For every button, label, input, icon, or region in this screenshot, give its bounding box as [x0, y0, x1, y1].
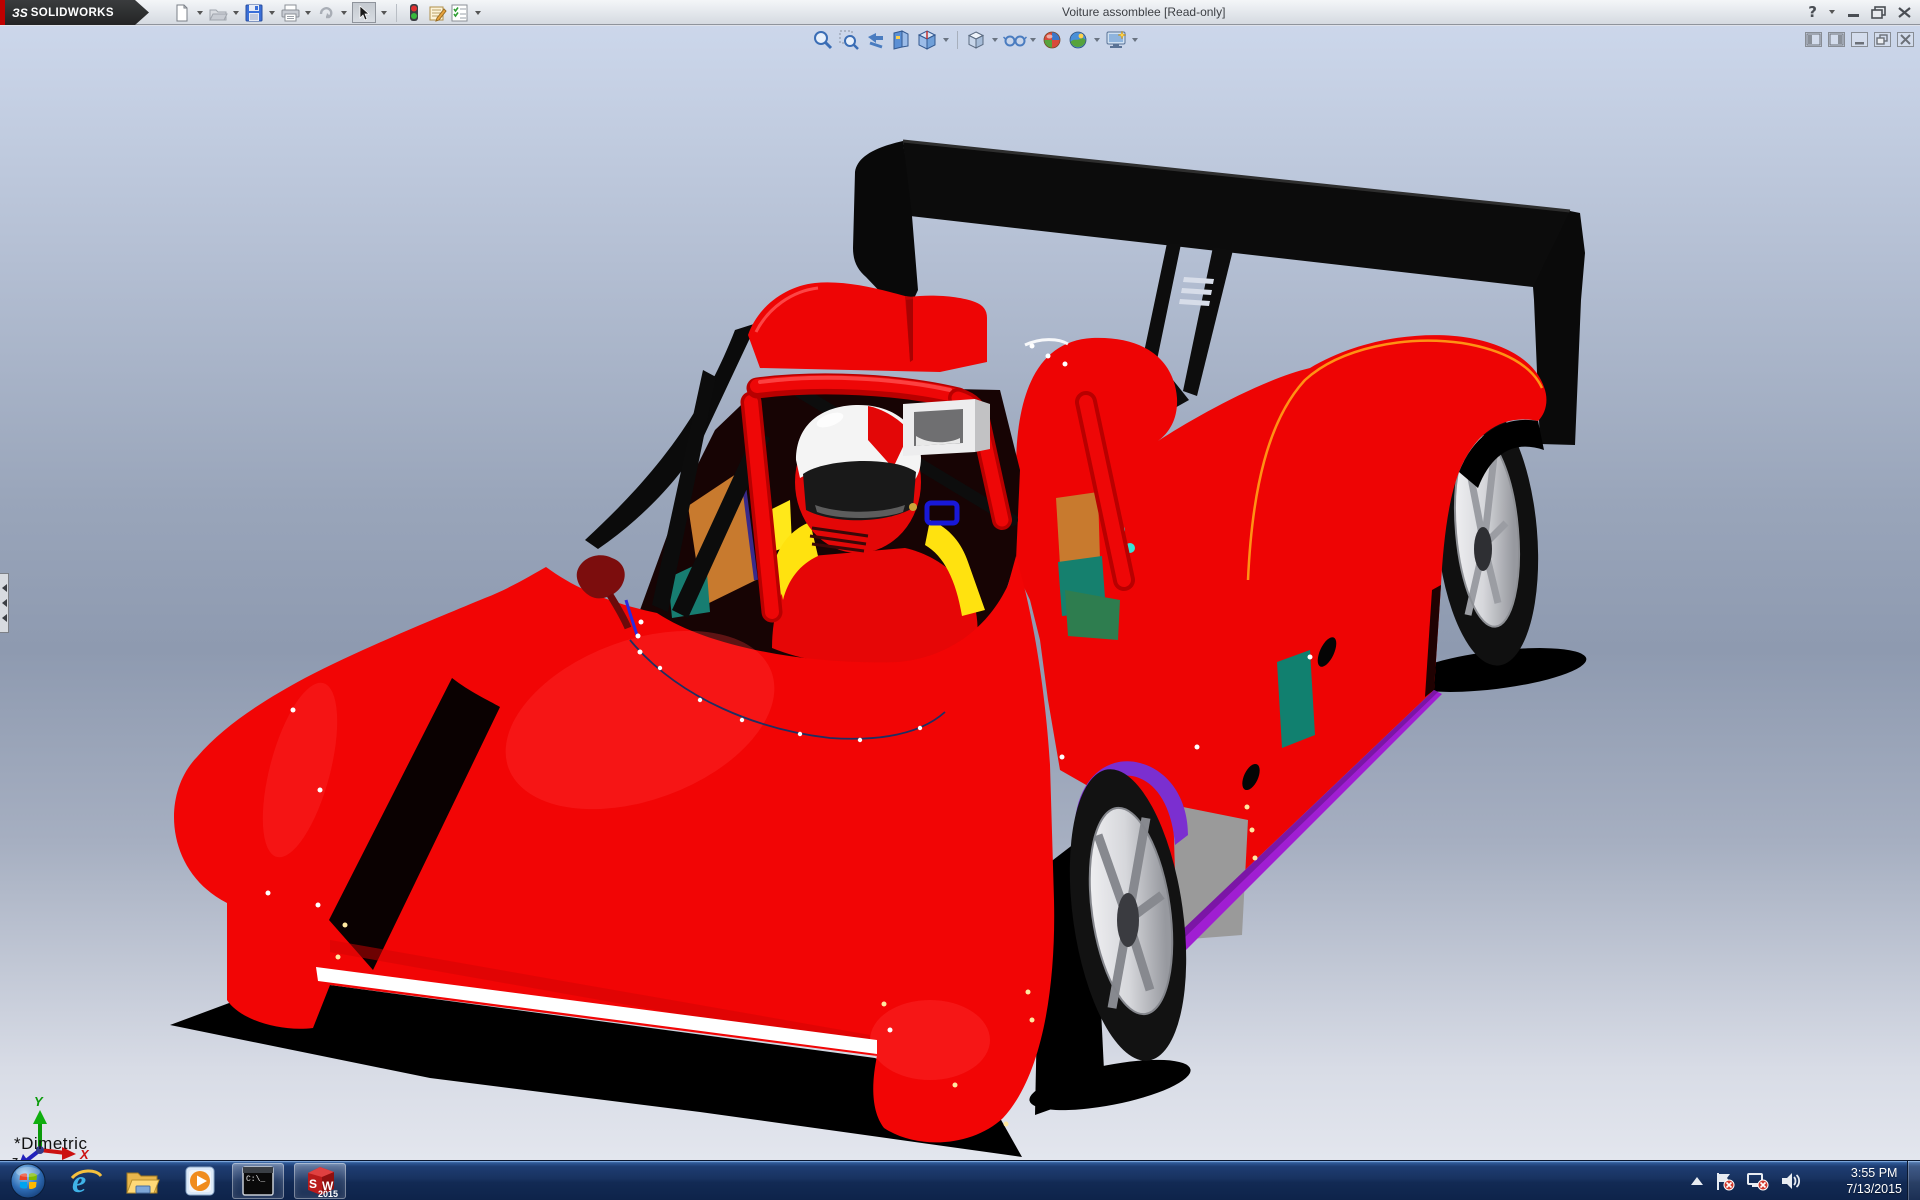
section-view-icon[interactable] [890, 29, 912, 51]
teal-side-panel [1277, 650, 1315, 748]
clock-date: 7/13/2015 [1846, 1181, 1902, 1197]
headsup-toolbar [812, 28, 1139, 52]
print-icon[interactable] [280, 3, 300, 23]
side-mirror-box [903, 399, 990, 456]
display-states-icon[interactable] [404, 3, 424, 23]
taskbar-clock[interactable]: 3:55 PM 7/13/2015 [1846, 1165, 1902, 1197]
options-icon[interactable] [427, 3, 447, 23]
driver-helmet [795, 405, 921, 553]
print-dropdown[interactable] [305, 11, 311, 15]
window-controls: ? [1808, 3, 1912, 21]
view-orientation-icon[interactable] [916, 29, 938, 51]
brand-text: SOLIDWORKS [31, 7, 114, 19]
tray-expand-icon[interactable] [1690, 1176, 1704, 1186]
start-button[interactable] [6, 1163, 50, 1199]
show-desktop-button[interactable] [1907, 1161, 1920, 1200]
doc-minimize-button[interactable] [1851, 32, 1868, 47]
svg-text:S: S [309, 1177, 317, 1191]
hide-show-dropdown[interactable] [1030, 38, 1036, 42]
new-document-icon[interactable] [172, 3, 192, 23]
close-button[interactable] [1897, 6, 1912, 19]
select-dropdown[interactable] [381, 11, 387, 15]
action-center-flag-icon[interactable] [1714, 1171, 1736, 1191]
select-tool[interactable] [352, 2, 376, 23]
taskbar-solidworks[interactable]: S W 2015 [294, 1163, 346, 1199]
svg-text:e: e [72, 1163, 86, 1199]
previous-view-icon[interactable] [864, 29, 886, 51]
undo-dropdown[interactable] [341, 11, 347, 15]
collapse-arrow-icon [2, 599, 7, 607]
solidworks-window: ЗS SOLIDWORKS [0, 0, 1920, 1200]
save-icon[interactable] [244, 3, 264, 23]
view-orientation-label: *Dimetric [14, 1134, 87, 1154]
feature-tree-collapse-tab[interactable] [0, 573, 9, 633]
solidworks-logo: ЗS SOLIDWORKS [0, 0, 135, 25]
brand-notch [135, 0, 149, 25]
view-settings-dropdown[interactable] [1132, 38, 1138, 42]
design-checker-dropdown[interactable] [475, 11, 481, 15]
brand-glyph: ЗS [12, 6, 28, 20]
minimize-button[interactable] [1847, 6, 1861, 18]
collapse-arrow-icon [2, 584, 7, 592]
taskbar-media-player[interactable] [176, 1163, 224, 1199]
main-toolbar [172, 2, 483, 23]
volume-icon[interactable] [1780, 1171, 1802, 1191]
pane-right-icon[interactable] [1828, 32, 1845, 47]
clock-time: 3:55 PM [1846, 1165, 1902, 1181]
taskbar-windows-explorer[interactable] [118, 1163, 166, 1199]
taskbar: e C:\_ [0, 1160, 1920, 1200]
system-tray [1690, 1161, 1802, 1200]
car-3d-model[interactable] [0, 26, 1920, 1160]
new-dropdown[interactable] [197, 11, 203, 15]
doc-close-button[interactable] [1897, 32, 1914, 47]
zoom-to-fit-icon[interactable] [812, 29, 834, 51]
help-dropdown[interactable] [1829, 10, 1835, 14]
pane-left-icon[interactable] [1805, 32, 1822, 47]
graphics-viewport[interactable]: Y X Z *Dimetric [0, 26, 1920, 1160]
doc-restore-button[interactable] [1874, 32, 1891, 47]
document-window-controls [1805, 32, 1914, 47]
save-dropdown[interactable] [269, 11, 275, 15]
view-orientation-dropdown[interactable] [943, 38, 949, 42]
svg-text:Y: Y [34, 1094, 44, 1109]
document-title: Voiture assomblee [Read-only] [1062, 5, 1362, 19]
zoom-to-area-icon[interactable] [838, 29, 860, 51]
taskbar-command-prompt[interactable]: C:\_ [232, 1163, 284, 1199]
undo-icon[interactable] [316, 3, 336, 23]
display-style-icon[interactable] [965, 29, 987, 51]
wing-strut-right [1183, 247, 1233, 396]
restore-button[interactable] [1871, 6, 1887, 19]
rollhoop-fairing [748, 282, 987, 380]
open-dropdown[interactable] [233, 11, 239, 15]
view-settings-icon[interactable] [1105, 29, 1127, 51]
open-icon[interactable] [208, 3, 228, 23]
edit-appearance-icon[interactable] [1041, 29, 1063, 51]
hide-show-items-icon[interactable] [1003, 29, 1025, 51]
headsup-separator [957, 31, 958, 49]
display-style-dropdown[interactable] [992, 38, 998, 42]
brand-red-stripe [0, 0, 5, 25]
taskbar-internet-explorer[interactable]: e [62, 1163, 110, 1199]
apply-scene-dropdown[interactable] [1094, 38, 1100, 42]
help-icon[interactable]: ? [1808, 3, 1817, 21]
apply-scene-icon[interactable] [1067, 29, 1089, 51]
toolbar-separator [396, 4, 397, 22]
network-status-icon[interactable] [1746, 1171, 1770, 1191]
svg-text:C:\_: C:\_ [246, 1175, 265, 1184]
svg-text:2015: 2015 [318, 1189, 338, 1199]
design-checker-icon[interactable] [450, 3, 470, 23]
collapse-arrow-icon [2, 614, 7, 622]
title-bar: ЗS SOLIDWORKS [0, 0, 1920, 25]
